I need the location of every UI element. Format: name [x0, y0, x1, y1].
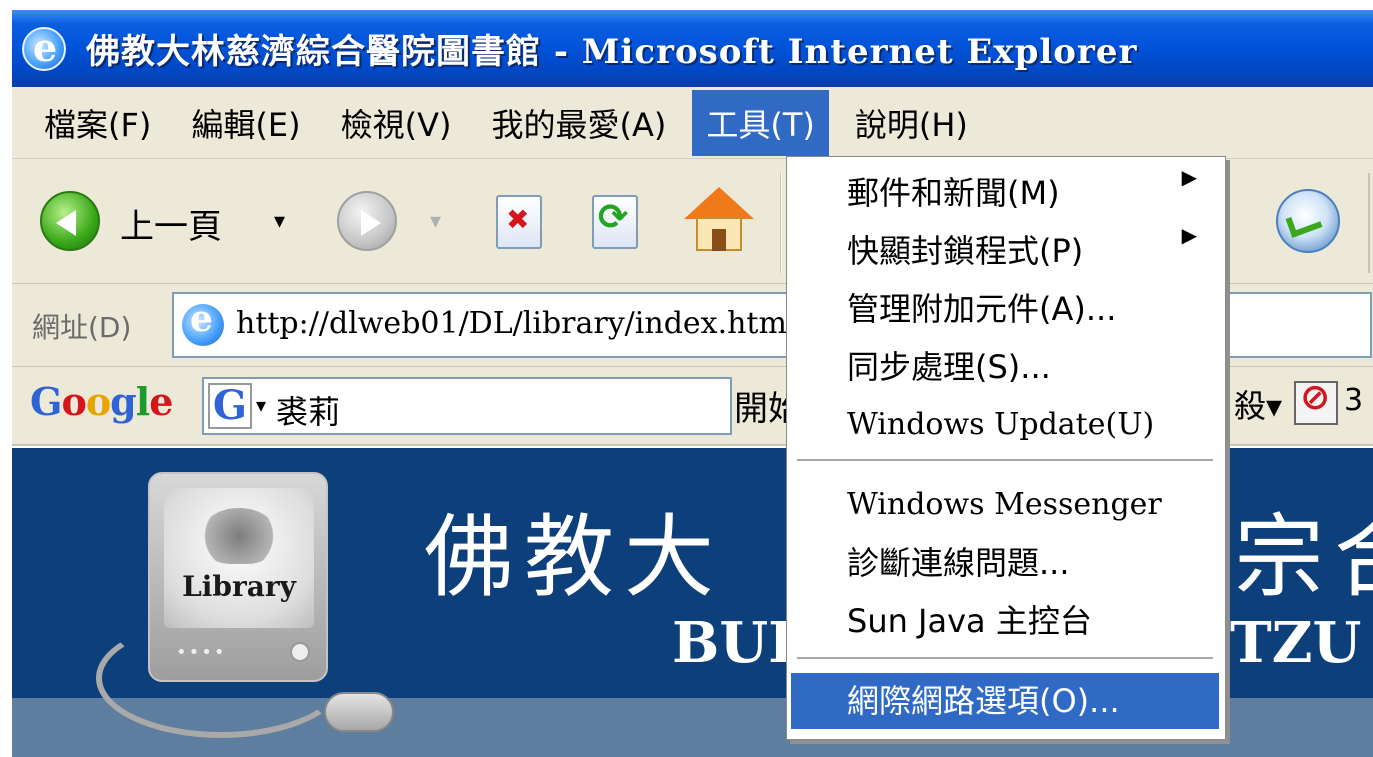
google-search-value[interactable]: 裘莉 — [276, 387, 340, 433]
library-screen: Library — [164, 488, 314, 628]
google-logo[interactable]: Google — [30, 379, 173, 424]
menu-file[interactable]: 檔案(F) — [30, 90, 165, 156]
stop-icon[interactable] — [496, 195, 542, 249]
menu-item-manage-addons[interactable]: 管理附加元件(A)... — [791, 281, 1219, 337]
menu-item-label: 郵件和新聞(M) — [847, 174, 1060, 212]
popup-blocker-icon[interactable] — [1294, 377, 1338, 425]
menu-item-windows-messenger[interactable]: Windows Messenger — [791, 477, 1219, 533]
home-roof — [684, 187, 754, 219]
library-label: Library — [182, 570, 296, 603]
submenu-arrow-icon: ▶ — [1181, 165, 1197, 189]
menu-separator — [797, 459, 1213, 461]
menu-item-sun-java-console[interactable]: Sun Java 主控台 — [791, 593, 1219, 649]
lotus-icon — [200, 508, 278, 564]
mouse-icon — [324, 692, 394, 732]
google-menu-arrow-icon[interactable]: ▾ — [256, 393, 266, 417]
menu-item-label: 快顯封鎖程式(P) — [847, 232, 1084, 270]
toolbar-separator — [1368, 173, 1370, 273]
menu-item-windows-update[interactable]: Windows Update(U) — [791, 397, 1219, 453]
forward-dropdown-icon[interactable]: ▾ — [430, 209, 441, 234]
address-label: 網址(D) — [32, 311, 132, 344]
menu-item-label: Windows Messenger — [847, 487, 1162, 522]
menu-item-label: 同步處理(S)... — [847, 348, 1051, 386]
menu-item-label: 診斷連線問題... — [847, 544, 1070, 582]
home-icon[interactable] — [684, 187, 754, 253]
history-icon[interactable] — [1276, 189, 1340, 253]
menu-bar: 檔案(F) 編輯(E) 檢視(V) 我的最愛(A) 工具(T) 說明(H) — [12, 87, 1373, 159]
submenu-arrow-icon: ▶ — [1181, 223, 1197, 247]
google-toolbar-item[interactable]: 殺▾ — [1234, 381, 1282, 427]
back-button-label[interactable]: 上一頁 — [120, 199, 222, 248]
menu-item-popup-blocker[interactable]: 快顯封鎖程式(P) ▶ — [791, 223, 1219, 279]
title-bar: 佛教大林慈濟綜合醫院圖書館 - Microsoft Internet Explo… — [12, 10, 1373, 87]
menu-view[interactable]: 檢視(V) — [327, 90, 466, 156]
google-search-button[interactable]: 開始 — [734, 381, 794, 430]
tools-menu-dropdown: 郵件和新聞(M) ▶ 快顯封鎖程式(P) ▶ 管理附加元件(A)... 同步處理… — [786, 156, 1226, 740]
back-arrow-icon[interactable] — [40, 191, 100, 251]
menu-edit[interactable]: 編輯(E) — [177, 90, 314, 156]
popup-blocked-count: 3 — [1344, 383, 1364, 418]
forward-arrow-icon[interactable] — [337, 191, 397, 251]
menu-tools[interactable]: 工具(T) — [692, 89, 829, 156]
banner-title-cn-right: 宗合 — [1234, 505, 1373, 610]
google-search-input[interactable]: G ▾ 裘莉 — [202, 377, 916, 441]
menu-favorites[interactable]: 我的最愛(A) — [477, 90, 680, 156]
refresh-icon[interactable] — [592, 195, 638, 249]
page-icon — [182, 298, 224, 346]
library-dots: •••• — [176, 642, 227, 663]
menu-item-label: 管理附加元件(A)... — [847, 290, 1117, 328]
window-title: 佛教大林慈濟綜合醫院圖書館 - Microsoft Internet Explo… — [86, 32, 1138, 72]
menu-item-label: Windows Update(U) — [847, 407, 1155, 442]
banner-title-cn: 佛教大 — [424, 505, 724, 610]
library-logo[interactable]: Library •••• — [148, 472, 328, 682]
menu-item-label: Sun Java 主控台 — [847, 602, 1092, 640]
menu-help[interactable]: 說明(H) — [841, 90, 982, 156]
menu-item-diagnose-connection[interactable]: 診斷連線問題... — [791, 535, 1219, 591]
google-g-icon[interactable]: G — [208, 383, 252, 429]
menu-item-mail-news[interactable]: 郵件和新聞(M) ▶ — [791, 165, 1219, 221]
banner-title-en: BUI — [672, 610, 795, 676]
menu-item-internet-options[interactable]: 網際網路選項(O)... — [791, 673, 1219, 729]
menu-item-label: 網際網路選項(O)... — [847, 682, 1120, 720]
toolbar-separator — [780, 173, 782, 273]
home-door — [712, 229, 726, 251]
power-icon — [290, 642, 310, 662]
menu-separator — [797, 657, 1213, 659]
ie-icon[interactable] — [22, 25, 66, 71]
address-url[interactable]: http://dlweb01/DL/library/index.html — [236, 306, 797, 341]
back-dropdown-icon[interactable]: ▾ — [274, 209, 285, 234]
banner-title-en-right: TZU C — [1230, 610, 1373, 676]
menu-item-synchronize[interactable]: 同步處理(S)... — [791, 339, 1219, 395]
